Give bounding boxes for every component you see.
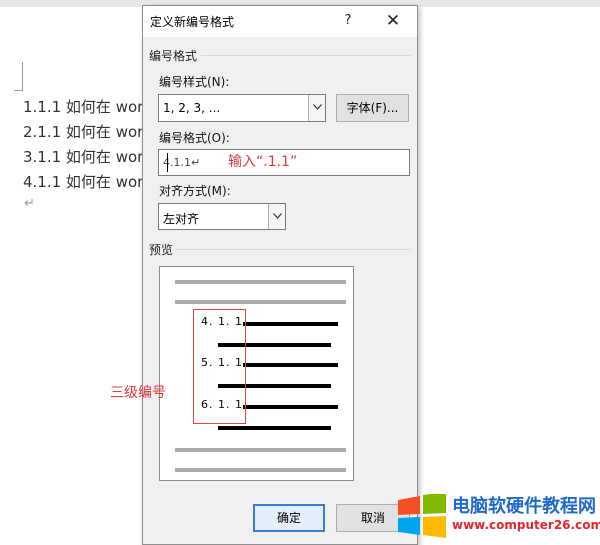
document-line: 1.1.1 如何在 wor — [23, 98, 144, 116]
alignment-select[interactable]: 左对齐 — [158, 203, 286, 230]
paragraph-mark: ↵ — [24, 196, 35, 211]
help-button[interactable]: ? — [339, 11, 357, 31]
input-annotation: 输入“.1.1” — [228, 154, 298, 170]
group-divider — [175, 249, 411, 250]
chevron-down-icon[interactable] — [268, 204, 285, 229]
preview-text-line — [218, 426, 331, 430]
number-style-value: 1, 2, 3, ... — [163, 101, 221, 115]
number-format-label: 编号格式(O): — [159, 131, 230, 145]
group-preview-label: 预览 — [149, 243, 174, 257]
alignment-value: 左对齐 — [163, 212, 200, 226]
document-lines: 1.1.1 如何在 wor 2.1.1 如何在 wor 3.1.1 如何在 wo… — [23, 95, 143, 195]
ok-button[interactable]: 确定 — [253, 504, 325, 532]
document-line: 2.1.1 如何在 wor — [23, 123, 144, 141]
document-line: 4.1.1 如何在 wor — [23, 173, 144, 191]
preview-gray-line — [175, 300, 346, 304]
close-button[interactable]: ✕ — [383, 11, 403, 31]
group-divider — [201, 55, 411, 56]
alignment-label: 对齐方式(M): — [159, 184, 231, 198]
preview-text-line — [243, 322, 338, 326]
document-line: 3.1.1 如何在 wor — [23, 148, 144, 166]
number-style-label: 编号样式(N): — [159, 75, 230, 89]
number-style-select[interactable]: 1, 2, 3, ... — [158, 94, 326, 122]
font-button[interactable]: 字体(F)... — [336, 94, 409, 122]
number-format-value: 4.1.1↵ — [163, 156, 201, 169]
margin-mark — [14, 62, 23, 91]
watermark-title: 电脑软硬件教程网 — [452, 496, 596, 517]
dialog-title: 定义新编号格式 — [150, 15, 235, 29]
preview-gray-line — [175, 468, 346, 472]
preview-text-line — [243, 363, 338, 367]
preview-text-line — [243, 405, 338, 409]
text-caret — [167, 153, 168, 172]
level-annotation: 三级编号 — [110, 385, 166, 401]
watermark-url: www.computer26.com — [452, 518, 600, 532]
preview-gray-line — [175, 448, 346, 452]
windows-logo-icon — [398, 494, 446, 538]
dialog-title-bar[interactable]: 定义新编号格式 ? ✕ — [143, 6, 417, 37]
level-highlight-box — [193, 309, 246, 424]
preview-gray-line — [175, 280, 346, 284]
group-number-format-label: 编号格式 — [149, 49, 198, 63]
define-number-format-dialog: 定义新编号格式 ? ✕ 编号格式 编号样式(N): 1, 2, 3, ... 字… — [142, 5, 418, 545]
preview-pane: 4. 1. 1 5. 1. 1 6. 1. 1 — [159, 266, 354, 481]
chevron-down-icon[interactable] — [308, 95, 325, 121]
